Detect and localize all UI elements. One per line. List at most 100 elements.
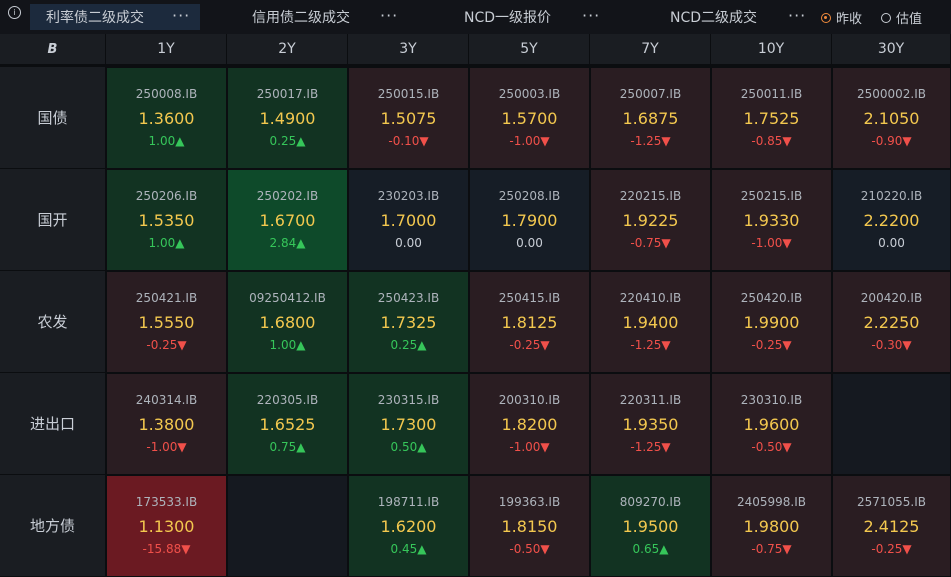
quote-cell[interactable]: 200420.IB 2.2250 -0.30▼: [832, 271, 951, 373]
yield-change: 0.25▲: [269, 134, 306, 148]
quote-cell[interactable]: 09250412.IB 1.6800 1.00▲: [227, 271, 348, 373]
quote-cell[interactable]: 220305.IB 1.6525 0.75▲: [227, 373, 348, 475]
bond-code: 250208.IB: [498, 189, 561, 203]
quote-cell[interactable]: 230310.IB 1.9600 -0.50▼: [711, 373, 832, 475]
yield-change: 0.75▲: [269, 440, 306, 454]
quote-cell[interactable]: 250008.IB 1.3600 1.00▲: [106, 67, 227, 169]
quote-cell[interactable]: 198711.IB 1.6200 0.45▲: [348, 475, 469, 577]
yield-value: 1.8150: [501, 517, 558, 536]
yield-value: 1.1300: [138, 517, 195, 536]
yield-value: 1.6525: [259, 415, 316, 434]
quote-cell[interactable]: 220311.IB 1.9350 -1.25▼: [590, 373, 711, 475]
yield-value: 1.9600: [743, 415, 800, 434]
quote-cell[interactable]: 199363.IB 1.8150 -0.50▼: [469, 475, 590, 577]
bond-code: 09250412.IB: [249, 291, 326, 305]
yield-change: 2.84▲: [269, 236, 306, 250]
quote-cell[interactable]: 250015.IB 1.5075 -0.10▼: [348, 67, 469, 169]
yield-change: 0.45▲: [390, 542, 427, 556]
tab-rate-bond-secondary[interactable]: 利率债二级成交 ···: [30, 4, 200, 30]
quote-cell[interactable]: 250202.IB 1.6700 2.84▲: [227, 169, 348, 271]
quote-cell[interactable]: 250017.IB 1.4900 0.25▲: [227, 67, 348, 169]
quote-cell[interactable]: 240314.IB 1.3800 -1.00▼: [106, 373, 227, 475]
column-header-1y[interactable]: 1Y: [106, 34, 227, 65]
empty-cell: [227, 475, 348, 577]
quote-cell[interactable]: 230315.IB 1.7300 0.50▲: [348, 373, 469, 475]
radio-prev-close[interactable]: 昨收: [821, 8, 862, 27]
yield-value: 1.7000: [380, 211, 437, 230]
radio-valuation[interactable]: 估值: [881, 8, 922, 27]
tab-ncd-primary-quote[interactable]: NCD一级报价 ···: [440, 4, 620, 30]
yield-value: 1.9225: [622, 211, 679, 230]
bond-code: 230310.IB: [740, 393, 803, 407]
bond-code: 250206.IB: [135, 189, 198, 203]
yield-value: 2.2250: [863, 313, 920, 332]
quote-cell[interactable]: 250011.IB 1.7525 -0.85▼: [711, 67, 832, 169]
bond-code: 200310.IB: [498, 393, 561, 407]
radio-label: 昨收: [836, 12, 863, 27]
brand-b-icon: B: [47, 41, 58, 57]
column-header-30y[interactable]: 30Y: [832, 34, 951, 65]
quote-cell[interactable]: 200310.IB 1.8200 -1.00▼: [469, 373, 590, 475]
bond-code: 250421.IB: [135, 291, 198, 305]
quote-cell[interactable]: 250423.IB 1.7325 0.25▲: [348, 271, 469, 373]
quote-cell[interactable]: 250007.IB 1.6875 -1.25▼: [590, 67, 711, 169]
row-label: 地方债: [0, 475, 105, 576]
quote-cell[interactable]: 250206.IB 1.5350 1.00▲: [106, 169, 227, 271]
yield-value: 1.9400: [622, 313, 679, 332]
quote-cell[interactable]: 2500002.IB 2.1050 -0.90▼: [832, 67, 951, 169]
more-icon[interactable]: ···: [172, 6, 190, 25]
yield-change: 0.65▲: [632, 542, 669, 556]
quote-cell[interactable]: 250215.IB 1.9330 -1.00▼: [711, 169, 832, 271]
column-header-10y[interactable]: 10Y: [711, 34, 832, 65]
bond-code: 250015.IB: [377, 87, 440, 101]
yield-change: 0.00: [516, 236, 543, 250]
yield-value: 1.7325: [380, 313, 437, 332]
yield-change: -0.25▼: [751, 338, 792, 352]
more-icon[interactable]: ···: [582, 6, 600, 25]
quote-cell[interactable]: 250208.IB 1.7900 0.00: [469, 169, 590, 271]
radio-label: 估值: [896, 12, 923, 27]
yield-matrix: B 1Y 2Y 3Y 5Y 7Y 10Y 30Y 国债 250008.IB 1.3600 1.00▲…: [0, 34, 951, 577]
bond-code: 250011.IB: [740, 87, 803, 101]
quote-cell[interactable]: 220410.IB 1.9400 -1.25▼: [590, 271, 711, 373]
bond-code: 250215.IB: [740, 189, 803, 203]
bond-code: 220311.IB: [619, 393, 682, 407]
info-icon[interactable]: i: [8, 6, 21, 19]
quote-cell[interactable]: 210220.IB 2.2200 0.00: [832, 169, 951, 271]
yield-change: 0.50▲: [390, 440, 427, 454]
column-header-7y[interactable]: 7Y: [590, 34, 711, 65]
quote-cell[interactable]: 250421.IB 1.5550 -0.25▼: [106, 271, 227, 373]
more-icon[interactable]: ···: [788, 6, 806, 25]
quote-cell[interactable]: 250420.IB 1.9900 -0.25▼: [711, 271, 832, 373]
bond-code: 230315.IB: [377, 393, 440, 407]
quote-cell[interactable]: 173533.IB 1.1300 -15.88▼: [106, 475, 227, 577]
quote-cell[interactable]: 250415.IB 1.8125 -0.25▼: [469, 271, 590, 373]
yield-change: 1.00▲: [148, 134, 185, 148]
bond-code: 220215.IB: [619, 189, 682, 203]
yield-value: 2.1050: [863, 109, 920, 128]
quote-cell[interactable]: 809270.IB 1.9500 0.65▲: [590, 475, 711, 577]
tab-label: 信用债二级成交: [252, 10, 350, 26]
bond-code: 250423.IB: [377, 291, 440, 305]
tab-ncd-secondary[interactable]: NCD二级成交 ···: [650, 4, 820, 30]
yield-change: -0.90▼: [871, 134, 912, 148]
column-header-3y[interactable]: 3Y: [348, 34, 469, 65]
quote-cell[interactable]: 250003.IB 1.5700 -1.00▼: [469, 67, 590, 169]
more-icon[interactable]: ···: [380, 6, 398, 25]
radio-unselected-icon: [881, 12, 891, 23]
yield-value: 1.9350: [622, 415, 679, 434]
column-header-5y[interactable]: 5Y: [469, 34, 590, 65]
yield-value: 1.3800: [138, 415, 195, 434]
bond-code: 250420.IB: [740, 291, 803, 305]
column-header-2y[interactable]: 2Y: [227, 34, 348, 65]
quote-cell[interactable]: 220215.IB 1.9225 -0.75▼: [590, 169, 711, 271]
quote-cell[interactable]: 2571055.IB 2.4125 -0.25▼: [832, 475, 951, 577]
yield-value: 1.6800: [259, 313, 316, 332]
yield-change: -0.10▼: [388, 134, 429, 148]
tab-credit-bond-secondary[interactable]: 信用债二级成交 ···: [230, 4, 410, 30]
quote-cell[interactable]: 230203.IB 1.7000 0.00: [348, 169, 469, 271]
quote-cell[interactable]: 2405998.IB 1.9800 -0.75▼: [711, 475, 832, 577]
yield-change: -1.00▼: [509, 134, 550, 148]
yield-value: 2.4125: [863, 517, 920, 536]
bond-code: 198711.IB: [377, 495, 440, 509]
